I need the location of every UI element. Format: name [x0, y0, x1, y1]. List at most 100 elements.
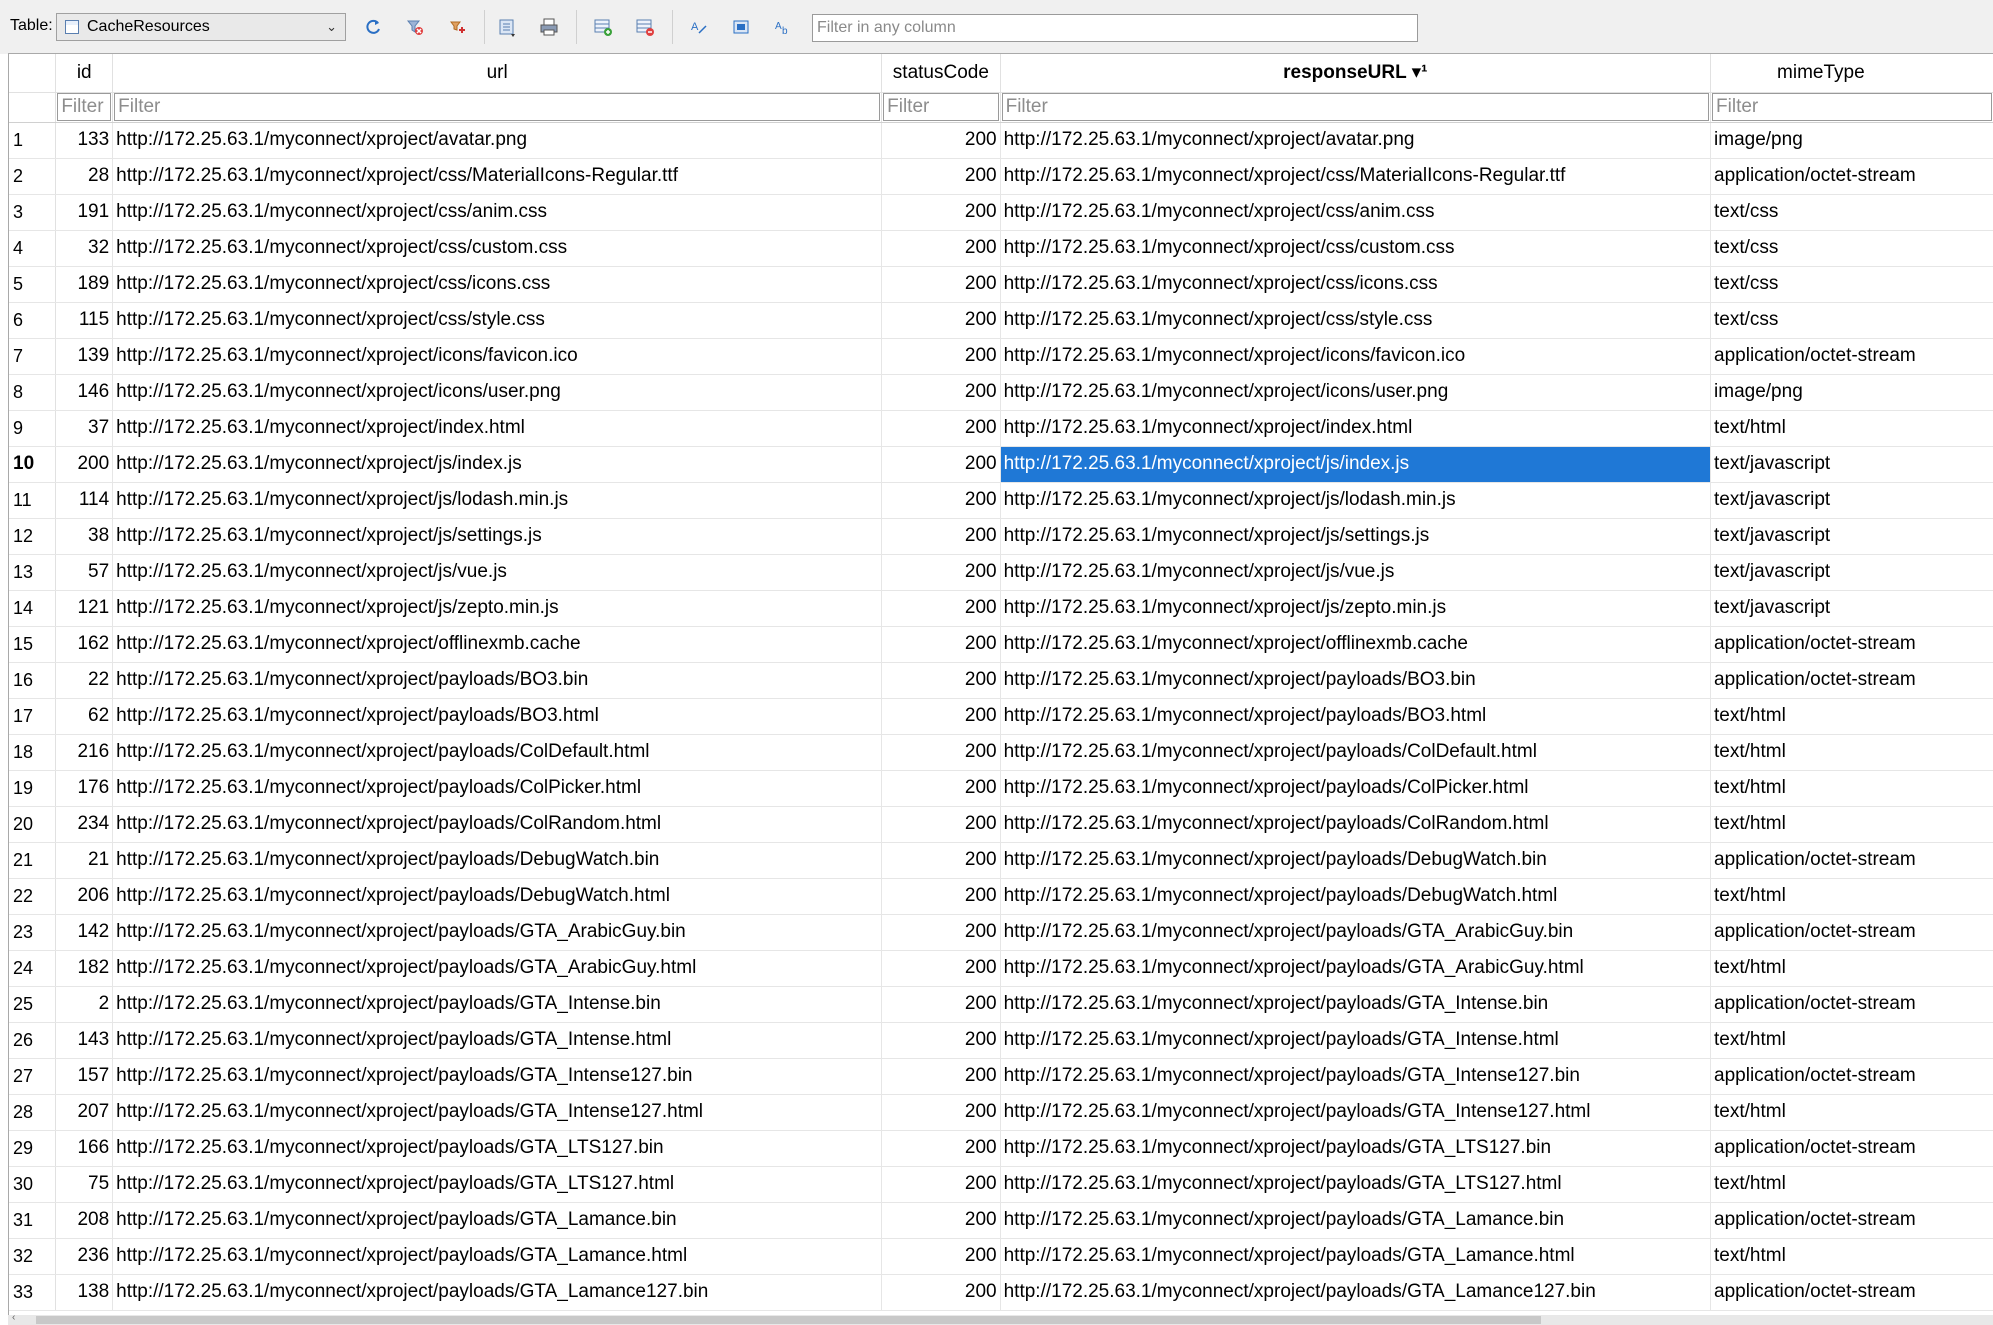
cell-responseurl[interactable]: http://172.25.63.1/myconnect/xproject/cs…	[1000, 302, 1712, 339]
cell-mimetype[interactable]: text/html	[1710, 698, 1993, 735]
cell-responseurl[interactable]: http://172.25.63.1/myconnect/xproject/in…	[1000, 410, 1712, 447]
table-row[interactable]: 13 57 http://172.25.63.1/myconnect/xprojec…	[9, 554, 1993, 591]
row-number-cell[interactable]: 4	[9, 230, 57, 267]
column-header-url[interactable]: url	[112, 54, 883, 93]
table-row[interactable]: 5 189 http://172.25.63.1/myconnect/xprojec…	[9, 266, 1993, 303]
cell-responseurl[interactable]: http://172.25.63.1/myconnect/xproject/pa…	[1000, 662, 1712, 699]
cell-url[interactable]: http://172.25.63.1/myconnect/xproject/pa…	[112, 1022, 883, 1059]
table-row[interactable]: 4 32 http://172.25.63.1/myconnect/xproject…	[9, 230, 1993, 267]
cell-mimetype[interactable]: text/javascript	[1710, 590, 1993, 627]
cell-id[interactable]: 191	[55, 194, 114, 231]
cell-statuscode[interactable]: 200	[881, 302, 1001, 339]
table-row[interactable]: 28 207 http://172.25.63.1/myconnect/xproje…	[9, 1094, 1993, 1131]
cell-id[interactable]: 37	[55, 410, 114, 447]
cell-id[interactable]: 133	[55, 122, 114, 159]
cell-mimetype[interactable]: image/png	[1710, 122, 1993, 159]
cell-mimetype[interactable]: application/octet-stream	[1710, 338, 1993, 375]
row-number-cell[interactable]: 6	[9, 302, 57, 339]
cell-mimetype[interactable]: application/octet-stream	[1710, 158, 1993, 195]
export-icon[interactable]	[494, 14, 520, 40]
cell-statuscode[interactable]: 200	[881, 554, 1001, 591]
row-number-cell[interactable]: 32	[9, 1238, 57, 1275]
row-number-cell[interactable]: 5	[9, 266, 57, 303]
cell-id[interactable]: 200	[55, 446, 114, 483]
cell-id[interactable]: 189	[55, 266, 114, 303]
cell-responseurl[interactable]: http://172.25.63.1/myconnect/xproject/js…	[1000, 554, 1712, 591]
row-number-cell[interactable]: 3	[9, 194, 57, 231]
row-number-cell[interactable]: 20	[9, 806, 57, 843]
cell-mimetype[interactable]: text/html	[1710, 806, 1993, 843]
table-row[interactable]: 33 138 http://172.25.63.1/myconnect/xproje…	[9, 1274, 1993, 1311]
print-icon[interactable]	[536, 14, 562, 40]
cell-mimetype[interactable]: application/octet-stream	[1710, 626, 1993, 663]
cell-url[interactable]: http://172.25.63.1/myconnect/xproject/cs…	[112, 158, 883, 195]
table-row[interactable]: 15 162 http://172.25.63.1/myconnect/xproje…	[9, 626, 1993, 663]
cell-statuscode[interactable]: 200	[881, 1058, 1001, 1095]
cell-statuscode[interactable]: 200	[881, 374, 1001, 411]
cell-url[interactable]: http://172.25.63.1/myconnect/xproject/js…	[112, 590, 883, 627]
cell-url[interactable]: http://172.25.63.1/myconnect/xproject/js…	[112, 518, 883, 555]
cell-id[interactable]: 32	[55, 230, 114, 267]
row-number-cell[interactable]: 25	[9, 986, 57, 1023]
cell-statuscode[interactable]: 200	[881, 842, 1001, 879]
cell-url[interactable]: http://172.25.63.1/myconnect/xproject/pa…	[112, 806, 883, 843]
cell-url[interactable]: http://172.25.63.1/myconnect/xproject/in…	[112, 410, 883, 447]
table-row[interactable]: 30 75 http://172.25.63.1/myconnect/xprojec…	[9, 1166, 1993, 1203]
cell-statuscode[interactable]: 200	[881, 266, 1001, 303]
cell-statuscode[interactable]: 200	[881, 626, 1001, 663]
cell-statuscode[interactable]: 200	[881, 878, 1001, 915]
cell-id[interactable]: 2	[55, 986, 114, 1023]
cell-url[interactable]: http://172.25.63.1/myconnect/xproject/pa…	[112, 662, 883, 699]
row-number-cell[interactable]: 24	[9, 950, 57, 987]
cell-statuscode[interactable]: 200	[881, 1202, 1001, 1239]
cell-statuscode[interactable]: 200	[881, 122, 1001, 159]
cell-mimetype[interactable]: text/javascript	[1710, 554, 1993, 591]
cell-statuscode[interactable]: 200	[881, 1022, 1001, 1059]
refresh-icon[interactable]	[360, 14, 386, 40]
cell-url[interactable]: http://172.25.63.1/myconnect/xproject/pa…	[112, 1166, 883, 1203]
row-number-cell[interactable]: 9	[9, 410, 57, 447]
cell-url[interactable]: http://172.25.63.1/myconnect/xproject/of…	[112, 626, 883, 663]
cell-id[interactable]: 207	[55, 1094, 114, 1131]
table-row[interactable]: 23 142 http://172.25.63.1/myconnect/xproje…	[9, 914, 1993, 951]
cell-statuscode[interactable]: 200	[881, 914, 1001, 951]
cell-responseurl[interactable]: http://172.25.63.1/myconnect/xproject/js…	[1000, 446, 1712, 483]
row-number-cell[interactable]: 18	[9, 734, 57, 771]
row-number-cell[interactable]: 23	[9, 914, 57, 951]
cell-responseurl[interactable]: http://172.25.63.1/myconnect/xproject/pa…	[1000, 1022, 1712, 1059]
cell-statuscode[interactable]: 200	[881, 194, 1001, 231]
cell-responseurl[interactable]: http://172.25.63.1/myconnect/xproject/pa…	[1000, 1166, 1712, 1203]
cell-id[interactable]: 166	[55, 1130, 114, 1167]
cell-responseurl[interactable]: http://172.25.63.1/myconnect/xproject/js…	[1000, 482, 1712, 519]
table-row[interactable]: 6 115 http://172.25.63.1/myconnect/xprojec…	[9, 302, 1993, 339]
filter-any-column-input[interactable]	[812, 14, 1418, 42]
cell-url[interactable]: http://172.25.63.1/myconnect/xproject/ic…	[112, 374, 883, 411]
cell-responseurl[interactable]: http://172.25.63.1/myconnect/xproject/cs…	[1000, 194, 1712, 231]
table-row[interactable]: 20 234 http://172.25.63.1/myconnect/xproje…	[9, 806, 1993, 843]
cell-mimetype[interactable]: text/css	[1710, 302, 1993, 339]
filter-input-url[interactable]	[114, 93, 881, 121]
cell-responseurl[interactable]: http://172.25.63.1/myconnect/xproject/cs…	[1000, 230, 1712, 267]
row-number-cell[interactable]: 29	[9, 1130, 57, 1167]
find-replace-icon[interactable]	[728, 14, 754, 40]
row-number-cell[interactable]: 14	[9, 590, 57, 627]
cell-statuscode[interactable]: 200	[881, 950, 1001, 987]
table-row[interactable]: 19 176 http://172.25.63.1/myconnect/xproje…	[9, 770, 1993, 807]
cell-responseurl[interactable]: http://172.25.63.1/myconnect/xproject/of…	[1000, 626, 1712, 663]
cell-mimetype[interactable]: text/html	[1710, 1166, 1993, 1203]
row-number-cell[interactable]: 22	[9, 878, 57, 915]
row-number-cell[interactable]: 13	[9, 554, 57, 591]
cell-mimetype[interactable]: application/octet-stream	[1710, 986, 1993, 1023]
cell-statuscode[interactable]: 200	[881, 806, 1001, 843]
table-row[interactable]: 3 191 http://172.25.63.1/myconnect/xprojec…	[9, 194, 1993, 231]
table-row[interactable]: 32 236 http://172.25.63.1/myconnect/xproje…	[9, 1238, 1993, 1275]
row-number-cell[interactable]: 27	[9, 1058, 57, 1095]
filter-input-responseurl[interactable]	[1001, 93, 1710, 121]
column-header-id[interactable]: id	[55, 54, 114, 93]
row-number-cell[interactable]: 19	[9, 770, 57, 807]
delete-record-icon[interactable]	[632, 14, 658, 40]
cell-id[interactable]: 157	[55, 1058, 114, 1095]
find-icon[interactable]: A	[686, 14, 712, 40]
row-number-cell[interactable]: 2	[9, 158, 57, 195]
table-row[interactable]: 16 22 http://172.25.63.1/myconnect/xprojec…	[9, 662, 1993, 699]
